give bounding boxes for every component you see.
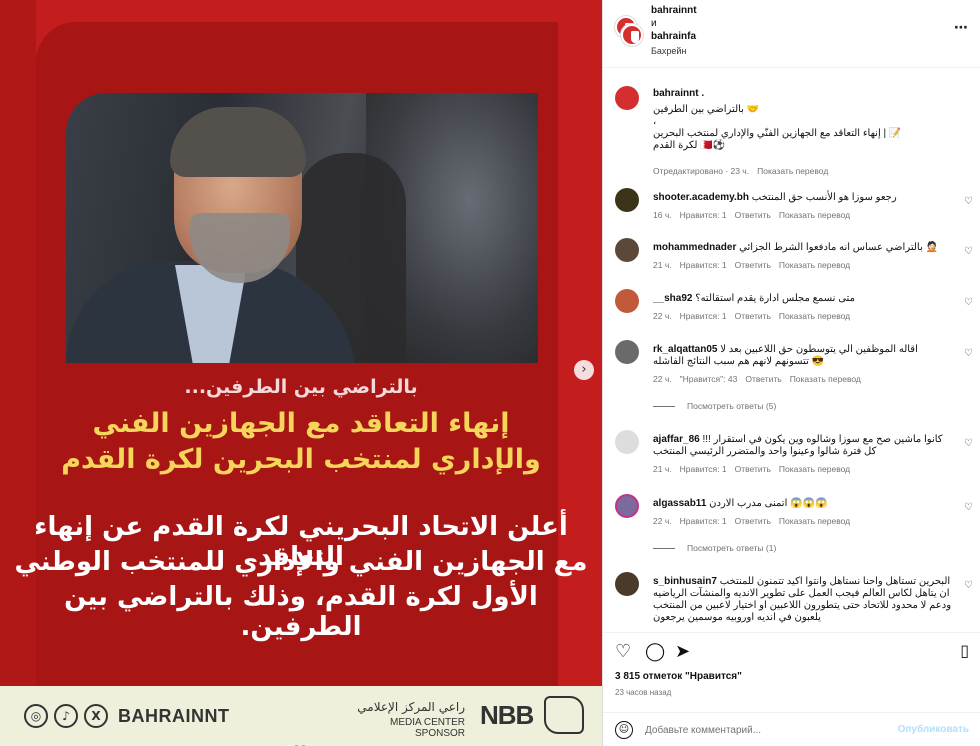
like-comment-icon[interactable]: ♡	[964, 438, 973, 449]
comment-username[interactable]: mohammednader	[653, 242, 736, 253]
caption-line: لكرة القدم 🇧🇭⚽	[653, 140, 726, 151]
comment-username[interactable]: ajaffar_86	[653, 434, 700, 445]
likes-count[interactable]: 3 815 отметок "Нравится"	[615, 671, 742, 682]
like-icon[interactable]: ♡	[615, 641, 631, 662]
comment-avatar[interactable]	[615, 430, 639, 454]
reply-button[interactable]: Ответить	[735, 210, 771, 220]
comment-avatar[interactable]	[615, 238, 639, 262]
translate-link[interactable]: Показать перевод	[779, 464, 850, 474]
nbb-logo: NBB	[480, 700, 534, 730]
comment-likes[interactable]: Нравится: 1	[680, 210, 727, 220]
like-comment-icon[interactable]: ♡	[964, 246, 973, 257]
translate-link[interactable]: Показать перевод	[779, 311, 850, 321]
post-headline-2: والإداري لمنتخب البحرين لكرة القدم	[61, 444, 541, 475]
comment-icon[interactable]: ◯	[645, 641, 665, 662]
comment-text: متى نسمع مجلس ادارة يقدم استقالته؟	[695, 293, 855, 304]
comment-avatar[interactable]	[615, 340, 639, 364]
footer-handle: BAHRAINNT	[118, 706, 230, 726]
author-names[interactable]: bahrainnt и bahrainfa	[651, 4, 697, 43]
reply-button[interactable]: Ответить	[735, 516, 771, 526]
comment-username[interactable]: s_binhusain7	[653, 576, 717, 587]
like-comment-icon[interactable]: ♡	[964, 580, 973, 591]
tiktok-icon: ♪	[54, 704, 78, 728]
post-sidebar: bahrainnt и bahrainfa Бахрейн ⋯ bahrainn…	[602, 0, 980, 746]
post-body-3: الأول لكرة القدم، وذلك بالتراضي بين الطر…	[64, 582, 538, 642]
more-options-icon[interactable]: ⋯	[954, 20, 969, 36]
comment-time: 22 ч.	[653, 516, 672, 526]
comment-text: بالتراضي عساس انه مادفعوا الشرط الجزائي …	[739, 242, 938, 253]
post-time: 23 часов назад	[615, 688, 672, 697]
view-replies-button[interactable]: Посмотреть ответы (5)	[653, 401, 776, 411]
coach-photo	[66, 93, 538, 363]
comment-composer: ☺ Опубликовать	[603, 712, 980, 746]
sponsor-label-ar: راعي المركز الإعلامي	[357, 700, 465, 714]
view-replies-button[interactable]: Посмотреть ответы (1)	[653, 543, 776, 553]
coauthor-avatar[interactable]	[621, 24, 643, 46]
comment-time: 21 ч.	[653, 464, 672, 474]
caption-avatar[interactable]	[615, 86, 639, 110]
x-icon: X	[84, 704, 108, 728]
post-body-2: مع الجهازين الفني والإداري للمنتخب الوطن…	[14, 547, 588, 577]
comment-avatar[interactable]	[615, 572, 639, 596]
bookmark-icon[interactable]: ▯	[960, 641, 969, 660]
comment-likes[interactable]: "Нравится": 43	[680, 374, 738, 384]
post-image[interactable]: بالتراضي بين الطرفين... إنهاء التعاقد مع…	[0, 0, 602, 746]
action-bar: ♡ ◯ ➤ ▯	[603, 632, 980, 672]
comment-time: 21 ч.	[653, 260, 672, 270]
comment-username[interactable]: algassab11	[653, 498, 706, 509]
like-comment-icon[interactable]: ♡	[964, 502, 973, 513]
emoji-icon[interactable]: ☺	[615, 721, 633, 739]
comments-list[interactable]: bahrainnt . بالتراضي بين الطرفين 🤝 ، 📝 |…	[603, 80, 980, 630]
comment-text: اتمنى مدرب الاردن 😱😱😱	[709, 498, 828, 509]
caption-line: 📝 | إنهاء التعاقد مع الجهازين الفنّي وال…	[653, 128, 902, 139]
comment-likes[interactable]: Нравится: 1	[680, 311, 727, 321]
post-subheading: بالتراضي بين الطرفين...	[184, 376, 418, 398]
comment-username[interactable]: rk_alqattan05	[653, 344, 717, 355]
comment-username[interactable]: shooter.academy.bh	[653, 192, 749, 203]
comment-likes[interactable]: Нравится: 1	[680, 464, 727, 474]
nbb-mark-logo	[544, 696, 584, 734]
translate-link[interactable]: Показать перевод	[790, 374, 861, 384]
reply-button[interactable]: Ответить	[735, 464, 771, 474]
reply-button[interactable]: Ответить	[735, 260, 771, 270]
comment-likes[interactable]: Нравится: 1	[680, 260, 727, 270]
comment-time: 16 ч.	[653, 210, 672, 220]
next-slide-button[interactable]: ›	[574, 360, 594, 380]
author-username[interactable]: bahrainnt	[651, 4, 697, 17]
sponsor-label-en: MEDIA CENTER SPONSOR	[389, 717, 465, 739]
instagram-icon: ◎	[24, 704, 48, 728]
caption-line: بالتراضي بين الطرفين 🤝	[653, 104, 760, 115]
reply-button[interactable]: Ответить	[745, 374, 781, 384]
author-conj: и	[651, 18, 657, 29]
comment-text: رجعو سوزا هو الأنسب حق المنتخب	[751, 192, 897, 203]
translate-link[interactable]: Показать перевод	[779, 210, 850, 220]
translate-link[interactable]: Показать перевод	[779, 516, 850, 526]
like-comment-icon[interactable]: ♡	[964, 297, 973, 308]
publish-button[interactable]: Опубликовать	[898, 724, 969, 735]
share-icon[interactable]: ➤	[675, 641, 690, 662]
comment-avatar[interactable]	[615, 494, 639, 518]
caption-username[interactable]: bahrainnt .	[653, 88, 704, 99]
comment-username[interactable]: __sha92	[653, 293, 692, 304]
caption-edited: Отредактировано · 23 ч.	[653, 166, 750, 176]
post-headline-1: إنهاء التعاقد مع الجهازين الفني	[92, 408, 510, 439]
comment-avatar[interactable]	[615, 188, 639, 212]
post-header: bahrainnt и bahrainfa Бахрейн ⋯	[603, 0, 980, 68]
like-comment-icon[interactable]: ♡	[964, 348, 973, 359]
caption-translate-link[interactable]: Показать перевод	[757, 166, 828, 176]
translate-link[interactable]: Показать перевод	[779, 260, 850, 270]
carousel-dots	[286, 735, 307, 746]
comment-input[interactable]	[645, 720, 895, 740]
comment-likes[interactable]: Нравится: 1	[680, 516, 727, 526]
comment-time: 22 ч.	[653, 311, 672, 321]
comment-avatar[interactable]	[615, 289, 639, 313]
reply-button[interactable]: Ответить	[735, 311, 771, 321]
comment-time: 22 ч.	[653, 374, 672, 384]
caption-line: ،	[653, 116, 657, 127]
location-link[interactable]: Бахрейн	[651, 46, 686, 56]
like-comment-icon[interactable]: ♡	[964, 196, 973, 207]
coauthor-username[interactable]: bahrainfa	[651, 30, 697, 43]
